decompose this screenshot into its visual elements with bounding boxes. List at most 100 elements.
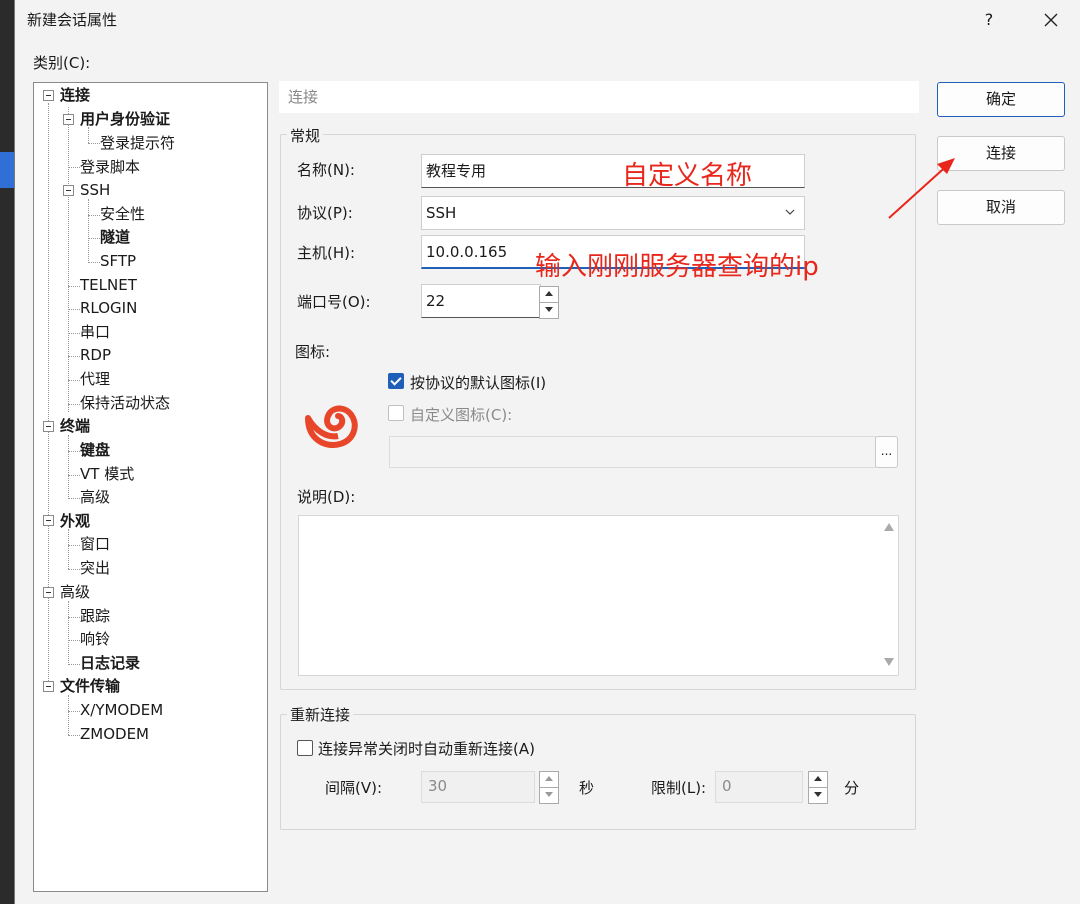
description-scrollbar[interactable] (879, 515, 899, 676)
tree-item-zmodem[interactable]: ZMODEM (80, 723, 149, 745)
tree-item-terminal[interactable]: 终端 (60, 415, 90, 437)
port-down-button[interactable] (540, 303, 558, 319)
port-label: 端口号(O): (297, 293, 371, 311)
browse-button[interactable]: ... (875, 436, 898, 468)
tree-item-connection[interactable]: 连接 (60, 84, 90, 106)
protocol-value: SSH (426, 204, 457, 222)
tree-line (88, 199, 89, 263)
tree-item-terminal-advanced[interactable]: 高级 (80, 486, 110, 508)
tree-line (68, 695, 69, 735)
collapse-icon[interactable] (43, 515, 54, 526)
auto-reconnect-label: 连接异常关闭时自动重新连接(A) (318, 740, 535, 758)
description-label: 说明(D): (297, 488, 356, 506)
tree-item-security[interactable]: 安全性 (100, 203, 145, 225)
annotation-arrow (888, 158, 955, 219)
collapse-icon[interactable] (43, 587, 54, 598)
session-icon (305, 405, 358, 448)
tree-item-ssh[interactable]: SSH (80, 179, 110, 201)
limit-up-button[interactable] (809, 772, 827, 788)
name-annotation: 自定义名称 (622, 161, 753, 191)
tree-item-login-prompts[interactable]: 登录提示符 (100, 132, 175, 154)
category-label: 类别(C): (33, 54, 91, 72)
collapse-icon[interactable] (43, 681, 54, 692)
title-bar: 新建会话属性 ? (15, 0, 1080, 40)
tree-line (68, 435, 69, 499)
tree-item-telnet[interactable]: TELNET (80, 274, 137, 296)
tree-line (88, 262, 100, 263)
tree-line (68, 167, 80, 168)
chevron-down-icon (785, 209, 795, 215)
tree-item-advanced[interactable]: 高级 (60, 581, 90, 603)
tree-item-file-transfer[interactable]: 文件传输 (60, 675, 120, 697)
category-tree[interactable]: 连接 用户身份验证 登录提示符 登录脚本 SSH 安全性 隧道 SFTP TEL… (33, 82, 268, 892)
tree-line (68, 333, 80, 334)
tree-line (68, 545, 80, 546)
default-icon-checkbox[interactable] (388, 373, 404, 389)
limit-field[interactable]: 0 (715, 771, 803, 803)
port-field[interactable]: 22 (421, 284, 541, 318)
protocol-select[interactable]: SSH (421, 196, 805, 230)
custom-icon-path-field[interactable] (389, 436, 876, 468)
limit-down-button[interactable] (809, 788, 827, 804)
tree-item-logging[interactable]: 日志记录 (80, 652, 140, 674)
port-up-button[interactable] (540, 287, 558, 303)
tree-line (68, 451, 80, 452)
tree-item-serial[interactable]: 串口 (80, 321, 110, 343)
tree-item-window[interactable]: 窗口 (80, 533, 110, 555)
arrow-down-icon (814, 791, 822, 797)
tree-line (68, 404, 80, 405)
tree-item-tunneling[interactable]: 隧道 (100, 226, 130, 248)
tree-item-highlight[interactable]: 突出 (80, 557, 110, 579)
protocol-label: 协议(P): (297, 204, 353, 222)
close-button[interactable] (1031, 4, 1071, 36)
tree-item-trace[interactable]: 跟踪 (80, 605, 110, 627)
limit-label: 限制(L): (651, 779, 707, 797)
scroll-down-icon (884, 658, 894, 666)
icon-label: 图标: (295, 343, 331, 361)
reconnect-group-title: 重新连接 (287, 704, 354, 725)
window-title: 新建会话属性 (27, 11, 118, 29)
tree-item-login-script[interactable]: 登录脚本 (80, 156, 140, 178)
tree-item-user-auth[interactable]: 用户身份验证 (80, 108, 170, 130)
tree-line (48, 103, 49, 691)
interval-down-button[interactable] (540, 788, 558, 804)
collapse-icon[interactable] (63, 114, 74, 125)
tree-item-rlogin[interactable]: RLOGIN (80, 297, 137, 319)
name-label: 名称(N): (297, 161, 355, 179)
tree-line (68, 569, 80, 570)
tree-item-keep-alive[interactable]: 保持活动状态 (80, 392, 170, 414)
tree-item-vt-modes[interactable]: VT 模式 (80, 463, 134, 485)
tree-item-proxy[interactable]: 代理 (80, 368, 110, 390)
tree-line (68, 475, 80, 476)
tree-item-rdp[interactable]: RDP (80, 344, 111, 366)
tree-item-appearance[interactable]: 外观 (60, 510, 90, 532)
ok-button[interactable]: 确定 (937, 82, 1065, 117)
default-icon-label: 按协议的默认图标(I) (410, 374, 547, 392)
interval-field[interactable]: 30 (421, 771, 535, 803)
description-textarea[interactable] (298, 515, 899, 676)
tree-line (68, 711, 80, 712)
limit-unit: 分 (844, 779, 860, 797)
custom-icon-checkbox[interactable] (388, 405, 404, 421)
arrow-up-icon (545, 776, 553, 781)
host-label: 主机(H): (297, 244, 356, 262)
tree-line (68, 309, 80, 310)
close-icon (1044, 13, 1058, 27)
help-button[interactable]: ? (973, 4, 1005, 36)
tree-item-xymodem[interactable]: X/YMODEM (80, 699, 163, 721)
tree-item-keyboard[interactable]: 键盘 (80, 439, 110, 461)
port-spinner[interactable] (539, 286, 559, 319)
interval-up-button[interactable] (540, 772, 558, 788)
auto-reconnect-checkbox[interactable] (297, 740, 313, 756)
collapse-icon[interactable] (43, 421, 54, 432)
limit-spinner[interactable] (808, 771, 828, 804)
interval-unit: 秒 (579, 779, 595, 797)
tree-line (68, 601, 69, 665)
tree-line (68, 286, 80, 287)
arrow-up-icon (545, 291, 553, 296)
tree-item-bell[interactable]: 响铃 (80, 628, 110, 650)
tree-item-sftp[interactable]: SFTP (100, 250, 136, 272)
collapse-icon[interactable] (63, 185, 74, 196)
collapse-icon[interactable] (43, 90, 54, 101)
interval-spinner[interactable] (539, 771, 559, 804)
